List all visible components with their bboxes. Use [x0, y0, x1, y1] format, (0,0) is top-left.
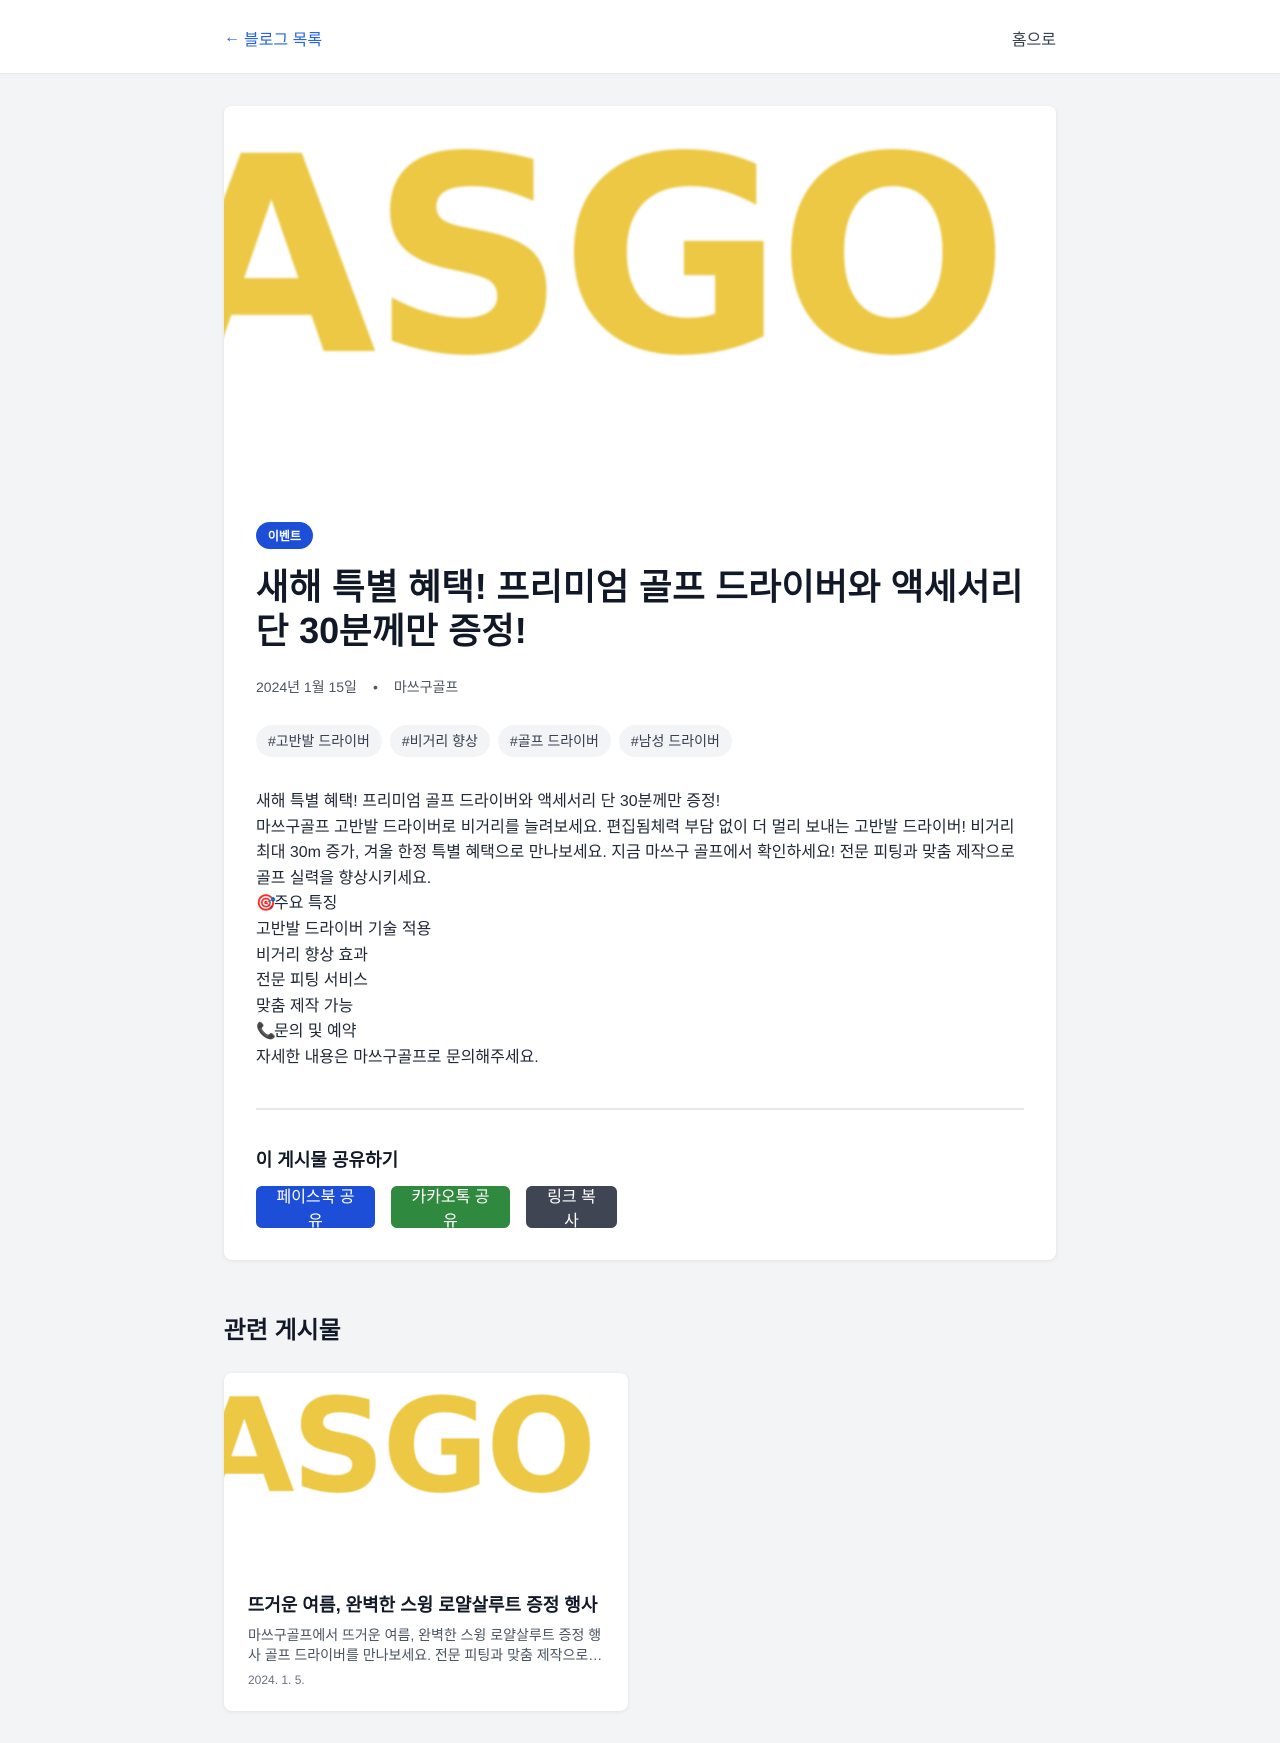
content-paragraph: 마쓰구골프 고반발 드라이버로 비거리를 늘려보세요. 편집됨체력 부담 없이 …: [256, 818, 1015, 887]
related-post-date: 2024. 1. 5.: [248, 1673, 305, 1687]
feature-item: 전문 피팅 서비스: [256, 972, 368, 990]
copy-link-button[interactable]: 링크 복사: [526, 1186, 617, 1230]
related-post-excerpt: 마쓰구골프에서 뜨거운 여름, 완벽한 스윙 로얄살루트 증정 행사 골프 드라…: [248, 1627, 602, 1663]
features-heading-line: 🎯주요 특징: [256, 891, 1024, 917]
hero-image: ASGO: [224, 106, 1056, 490]
back-to-blog-list-link[interactable]: ← 블로그 목록: [224, 26, 322, 50]
related-post-title: 뜨거운 여름, 완벽한 스윙 로얄살루트 증정 행사: [248, 1595, 598, 1615]
meta-separator: •: [372, 679, 378, 695]
contact-heading-line: 📞문의 및 예약: [256, 1019, 1024, 1045]
contact-text: 자세한 내용은 마쓰구골프로 문의해주세요.: [256, 1048, 539, 1066]
phone-icon: 📞: [256, 1023, 276, 1041]
article-author: 마쓰구골프: [393, 679, 459, 695]
related-post-logo-text: ASGO: [224, 1373, 596, 1522]
article-card: ASGO 이벤트 새해 특별 혜택! 프리미엄 골프 드라이버와 액세서리 단 …: [224, 106, 1056, 1260]
top-navigation-bar: ← 블로그 목록 홈으로: [0, 0, 1280, 74]
article-content: 새해 특별 혜택! 프리미엄 골프 드라이버와 액세서리 단 30분께만 증정!…: [256, 789, 1024, 1071]
article-date: 2024년 1월 15일: [256, 679, 357, 695]
back-link-label: 블로그 목록: [244, 32, 323, 49]
feature-item: 비거리 향상 효과: [256, 946, 368, 964]
related-posts-heading: 관련 게시물: [224, 1317, 342, 1344]
hero-logo-text: ASGO: [224, 106, 1009, 416]
tag-item[interactable]: #고반발 드라이버: [256, 725, 382, 757]
share-buttons: 페이스북 공유 카카오톡 공유 링크 복사: [256, 1186, 617, 1230]
contact-heading: 문의 및 예약: [274, 1023, 357, 1041]
feature-item: 고반발 드라이버 기술 적용: [256, 920, 432, 938]
related-post-card[interactable]: ASGO 뜨거운 여름, 완벽한 스윙 로얄살루트 증정 행사 마쓰구골프에서 …: [224, 1373, 628, 1711]
article-body: 이벤트 새해 특별 혜택! 프리미엄 골프 드라이버와 액세서리 단 30분께만…: [256, 522, 1024, 1071]
tag-item[interactable]: #골프 드라이버: [497, 725, 611, 757]
section-divider: [256, 1108, 1024, 1110]
tag-item[interactable]: #남성 드라이버: [618, 725, 732, 757]
arrow-left-icon: ←: [224, 29, 240, 46]
tag-list: #고반발 드라이버 #비거리 향상 #골프 드라이버 #남성 드라이버: [256, 725, 1024, 757]
content-paragraph: 새해 특별 혜택! 프리미엄 골프 드라이버와 액세서리 단 30분께만 증정!: [256, 793, 721, 810]
home-link[interactable]: 홈으로: [1012, 26, 1056, 50]
facebook-share-button[interactable]: 페이스북 공유: [256, 1186, 375, 1230]
target-icon: 🎯: [256, 895, 276, 913]
article-meta: 2024년 1월 15일 • 마쓰구골프: [256, 677, 1024, 697]
tag-item[interactable]: #비거리 향상: [389, 725, 490, 757]
related-post-thumbnail: ASGO: [224, 1373, 628, 1565]
kakao-share-button[interactable]: 카카오톡 공유: [391, 1186, 510, 1230]
article-title: 새해 특별 혜택! 프리미엄 골프 드라이버와 액세서리 단 30분께만 증정!: [256, 566, 1024, 651]
features-heading: 주요 특징: [274, 895, 338, 913]
category-badge: 이벤트: [256, 522, 314, 549]
feature-item: 맞춤 제작 가능: [256, 997, 354, 1015]
share-section-title: 이 게시물 공유하기: [256, 1150, 399, 1170]
